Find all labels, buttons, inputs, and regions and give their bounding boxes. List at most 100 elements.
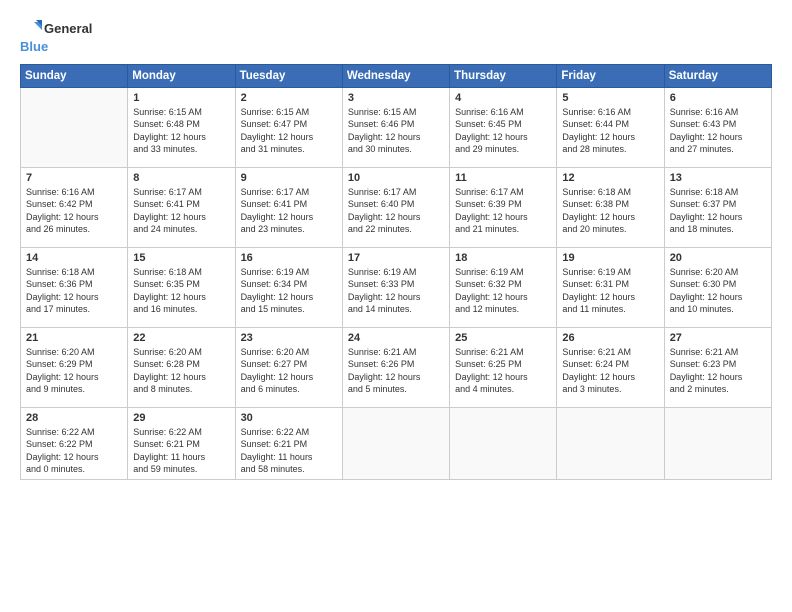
day-number: 13 [670, 172, 766, 184]
day-cell: 16 Sunrise: 6:19 AM Sunset: 6:34 PM Dayli… [235, 248, 342, 328]
day-content: Sunrise: 6:21 AM Sunset: 6:26 PM Dayligh… [348, 346, 444, 395]
day-cell: 21 Sunrise: 6:20 AM Sunset: 6:29 PM Dayli… [21, 328, 128, 408]
week-row-5: 28 Sunrise: 6:22 AM Sunset: 6:22 PM Dayli… [21, 408, 772, 480]
day-content: Sunrise: 6:18 AM Sunset: 6:37 PM Dayligh… [670, 186, 766, 235]
day-cell: 29 Sunrise: 6:22 AM Sunset: 6:21 PM Dayli… [128, 408, 235, 480]
day-cell: 23 Sunrise: 6:20 AM Sunset: 6:27 PM Dayli… [235, 328, 342, 408]
day-number: 7 [26, 172, 122, 184]
day-content: Sunrise: 6:22 AM Sunset: 6:22 PM Dayligh… [26, 426, 122, 475]
day-content: Sunrise: 6:18 AM Sunset: 6:38 PM Dayligh… [562, 186, 658, 235]
day-content: Sunrise: 6:20 AM Sunset: 6:30 PM Dayligh… [670, 266, 766, 315]
day-content: Sunrise: 6:19 AM Sunset: 6:31 PM Dayligh… [562, 266, 658, 315]
day-content: Sunrise: 6:15 AM Sunset: 6:48 PM Dayligh… [133, 106, 229, 155]
logo-text-block: General Blue [20, 18, 92, 54]
day-number: 8 [133, 172, 229, 184]
day-content: Sunrise: 6:16 AM Sunset: 6:42 PM Dayligh… [26, 186, 122, 235]
day-cell: 9Sunrise: 6:17 AM Sunset: 6:41 PM Daylig… [235, 168, 342, 248]
day-content: Sunrise: 6:19 AM Sunset: 6:34 PM Dayligh… [241, 266, 337, 315]
day-cell: 12 Sunrise: 6:18 AM Sunset: 6:38 PM Dayli… [557, 168, 664, 248]
header: General Blue [20, 18, 772, 54]
day-cell: 28 Sunrise: 6:22 AM Sunset: 6:22 PM Dayli… [21, 408, 128, 480]
day-content: Sunrise: 6:15 AM Sunset: 6:47 PM Dayligh… [241, 106, 337, 155]
day-content: Sunrise: 6:17 AM Sunset: 6:39 PM Dayligh… [455, 186, 551, 235]
day-number: 25 [455, 332, 551, 344]
logo-bird-icon [20, 18, 42, 40]
day-number: 19 [562, 252, 658, 264]
day-number: 22 [133, 332, 229, 344]
day-cell: 4 Sunrise: 6:16 AM Sunset: 6:45 PM Daylig… [450, 88, 557, 168]
logo: General Blue [20, 18, 92, 54]
page: General Blue SundayMondayTuesdayWednesda… [0, 0, 792, 612]
day-cell: 17Sunrise: 6:19 AM Sunset: 6:33 PM Dayli… [342, 248, 449, 328]
day-number: 30 [241, 412, 337, 424]
day-content: Sunrise: 6:20 AM Sunset: 6:29 PM Dayligh… [26, 346, 122, 395]
day-number: 1 [133, 92, 229, 104]
day-number: 24 [348, 332, 444, 344]
day-content: Sunrise: 6:16 AM Sunset: 6:43 PM Dayligh… [670, 106, 766, 155]
col-header-thursday: Thursday [450, 65, 557, 88]
day-content: Sunrise: 6:21 AM Sunset: 6:25 PM Dayligh… [455, 346, 551, 395]
day-cell [557, 408, 664, 480]
day-number: 2 [241, 92, 337, 104]
day-number: 29 [133, 412, 229, 424]
day-cell: 27Sunrise: 6:21 AM Sunset: 6:23 PM Dayli… [664, 328, 771, 408]
day-cell: 18 Sunrise: 6:19 AM Sunset: 6:32 PM Dayli… [450, 248, 557, 328]
day-number: 12 [562, 172, 658, 184]
col-header-monday: Monday [128, 65, 235, 88]
day-number: 20 [670, 252, 766, 264]
day-content: Sunrise: 6:21 AM Sunset: 6:23 PM Dayligh… [670, 346, 766, 395]
day-content: Sunrise: 6:18 AM Sunset: 6:35 PM Dayligh… [133, 266, 229, 315]
day-cell: 20 Sunrise: 6:20 AM Sunset: 6:30 PM Dayli… [664, 248, 771, 328]
day-content: Sunrise: 6:20 AM Sunset: 6:28 PM Dayligh… [133, 346, 229, 395]
day-cell: 1 Sunrise: 6:15 AM Sunset: 6:48 PM Daylig… [128, 88, 235, 168]
day-cell: 25 Sunrise: 6:21 AM Sunset: 6:25 PM Dayli… [450, 328, 557, 408]
day-cell: 8Sunrise: 6:17 AM Sunset: 6:41 PM Daylig… [128, 168, 235, 248]
day-content: Sunrise: 6:18 AM Sunset: 6:36 PM Dayligh… [26, 266, 122, 315]
day-cell: 2 Sunrise: 6:15 AM Sunset: 6:47 PM Daylig… [235, 88, 342, 168]
col-header-tuesday: Tuesday [235, 65, 342, 88]
day-cell: 7 Sunrise: 6:16 AM Sunset: 6:42 PM Daylig… [21, 168, 128, 248]
day-content: Sunrise: 6:17 AM Sunset: 6:41 PM Dayligh… [241, 186, 337, 235]
day-cell: 6Sunrise: 6:16 AM Sunset: 6:43 PM Daylig… [664, 88, 771, 168]
day-number: 16 [241, 252, 337, 264]
day-number: 18 [455, 252, 551, 264]
day-number: 15 [133, 252, 229, 264]
col-header-wednesday: Wednesday [342, 65, 449, 88]
day-cell: 26 Sunrise: 6:21 AM Sunset: 6:24 PM Dayli… [557, 328, 664, 408]
week-row-1: 1 Sunrise: 6:15 AM Sunset: 6:48 PM Daylig… [21, 88, 772, 168]
day-content: Sunrise: 6:22 AM Sunset: 6:21 PM Dayligh… [241, 426, 337, 475]
week-row-3: 14 Sunrise: 6:18 AM Sunset: 6:36 PM Dayli… [21, 248, 772, 328]
day-number: 14 [26, 252, 122, 264]
week-row-2: 7 Sunrise: 6:16 AM Sunset: 6:42 PM Daylig… [21, 168, 772, 248]
day-content: Sunrise: 6:15 AM Sunset: 6:46 PM Dayligh… [348, 106, 444, 155]
day-cell: 13 Sunrise: 6:18 AM Sunset: 6:37 PM Dayli… [664, 168, 771, 248]
day-content: Sunrise: 6:16 AM Sunset: 6:45 PM Dayligh… [455, 106, 551, 155]
day-content: Sunrise: 6:17 AM Sunset: 6:40 PM Dayligh… [348, 186, 444, 235]
day-number: 11 [455, 172, 551, 184]
day-cell: 10 Sunrise: 6:17 AM Sunset: 6:40 PM Dayli… [342, 168, 449, 248]
day-number: 26 [562, 332, 658, 344]
day-cell [21, 88, 128, 168]
day-cell [342, 408, 449, 480]
day-number: 5 [562, 92, 658, 104]
day-number: 28 [26, 412, 122, 424]
day-number: 23 [241, 332, 337, 344]
day-cell [450, 408, 557, 480]
day-number: 4 [455, 92, 551, 104]
day-cell: 3Sunrise: 6:15 AM Sunset: 6:46 PM Daylig… [342, 88, 449, 168]
col-header-sunday: Sunday [21, 65, 128, 88]
logo-blue: Blue [20, 40, 48, 54]
day-cell: 19 Sunrise: 6:19 AM Sunset: 6:31 PM Dayli… [557, 248, 664, 328]
day-content: Sunrise: 6:20 AM Sunset: 6:27 PM Dayligh… [241, 346, 337, 395]
day-cell: 24 Sunrise: 6:21 AM Sunset: 6:26 PM Dayli… [342, 328, 449, 408]
day-cell: 11 Sunrise: 6:17 AM Sunset: 6:39 PM Dayli… [450, 168, 557, 248]
day-content: Sunrise: 6:21 AM Sunset: 6:24 PM Dayligh… [562, 346, 658, 395]
day-content: Sunrise: 6:22 AM Sunset: 6:21 PM Dayligh… [133, 426, 229, 475]
day-content: Sunrise: 6:19 AM Sunset: 6:32 PM Dayligh… [455, 266, 551, 315]
week-row-4: 21 Sunrise: 6:20 AM Sunset: 6:29 PM Dayli… [21, 328, 772, 408]
day-number: 10 [348, 172, 444, 184]
day-number: 21 [26, 332, 122, 344]
calendar-table: SundayMondayTuesdayWednesdayThursdayFrid… [20, 64, 772, 480]
logo-general: General [44, 22, 92, 36]
day-content: Sunrise: 6:19 AM Sunset: 6:33 PM Dayligh… [348, 266, 444, 315]
